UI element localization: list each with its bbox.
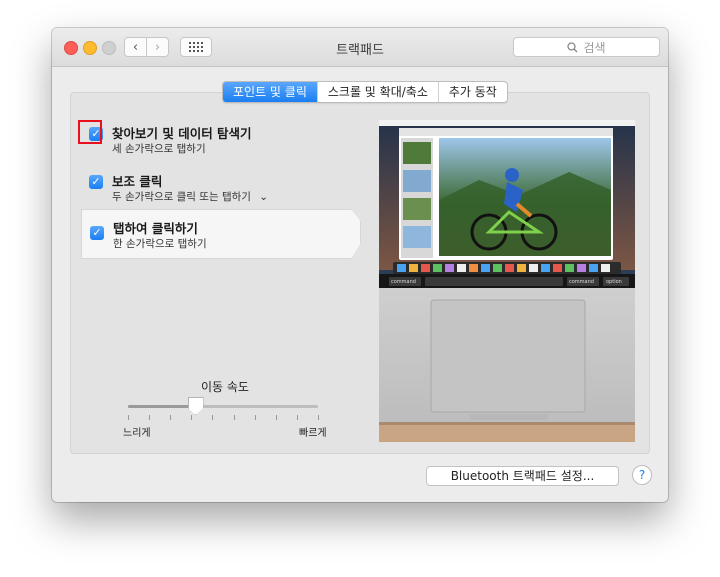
slider-tick <box>212 415 214 420</box>
slider-tick <box>170 415 172 420</box>
slider-tick <box>296 415 298 420</box>
option-title: 찾아보기 및 데이터 탐색기 <box>112 126 252 141</box>
slider-tick <box>128 415 129 420</box>
slider-knob[interactable] <box>187 397 204 415</box>
search-icon <box>567 41 578 52</box>
search-input[interactable]: 검색 <box>513 37 660 57</box>
option-title: 보조 클릭 <box>112 174 163 189</box>
search-placeholder: 검색 <box>583 40 606 55</box>
gesture-preview-image: command command option <box>379 120 635 442</box>
tracking-speed-label: 이동 속도 <box>201 380 249 394</box>
title-bar: ‹ › 트랙패드 검색 <box>52 28 668 67</box>
chevron-down-icon[interactable]: ⌄ <box>259 191 268 203</box>
fast-label: 빠르게 <box>299 428 327 439</box>
key-label-command-right: command <box>569 279 594 285</box>
slow-label: 느리게 <box>123 428 151 439</box>
key-label-option: option <box>606 279 622 285</box>
tracking-speed-slider[interactable] <box>128 397 318 415</box>
tab-more-gestures[interactable]: 추가 동작 <box>437 82 507 102</box>
settings-panel: ✓ 찾아보기 및 데이터 탐색기 세 손가락으로 탭하기 ✓ 보조 클릭 두 손… <box>70 92 650 454</box>
option-secondary-click[interactable]: ✓ 보조 클릭 두 손가락으로 클릭 또는 탭하기 ⌄ <box>81 169 359 213</box>
tap-to-click-checkbox[interactable]: ✓ <box>90 226 104 240</box>
option-title: 탭하여 클릭하기 <box>113 221 198 236</box>
slider-tick <box>318 415 319 420</box>
option-subtitle: 세 손가락으로 탭하기 <box>112 143 206 155</box>
slider-tick <box>233 415 235 420</box>
slider-ticks <box>128 415 319 421</box>
option-subtitle: 한 손가락으로 탭하기 <box>113 238 207 250</box>
slider-tick <box>275 415 277 420</box>
bluetooth-trackpad-button[interactable]: Bluetooth 트랙패드 설정... <box>426 466 619 486</box>
option-tap-to-click[interactable]: ✓ 탭하여 클릭하기 한 손가락으로 탭하기 <box>81 209 361 259</box>
preview-illustration <box>379 120 635 442</box>
preferences-window: ‹ › 트랙패드 검색 포인트 및 클릭 스크롤 및 확대/축소 추가 동작 ✓… <box>52 28 668 502</box>
highlight-box <box>78 120 102 144</box>
secondary-click-checkbox[interactable]: ✓ <box>89 175 103 189</box>
slider-tick <box>149 415 151 420</box>
option-subtitle[interactable]: 두 손가락으로 클릭 또는 탭하기 ⌄ <box>112 189 268 204</box>
key-label-command-left: command <box>391 279 416 285</box>
slider-tick <box>191 415 193 420</box>
option-lookup[interactable]: ✓ 찾아보기 및 데이터 탐색기 세 손가락으로 탭하기 <box>78 120 359 165</box>
tab-point-click[interactable]: 포인트 및 클릭 <box>223 82 317 102</box>
help-button[interactable]: ? <box>632 465 652 485</box>
tab-bar: 포인트 및 클릭 스크롤 및 확대/축소 추가 동작 <box>222 81 508 103</box>
slider-fill <box>128 405 195 408</box>
tab-scroll-zoom[interactable]: 스크롤 및 확대/축소 <box>316 82 438 102</box>
slider-tick <box>254 415 256 420</box>
